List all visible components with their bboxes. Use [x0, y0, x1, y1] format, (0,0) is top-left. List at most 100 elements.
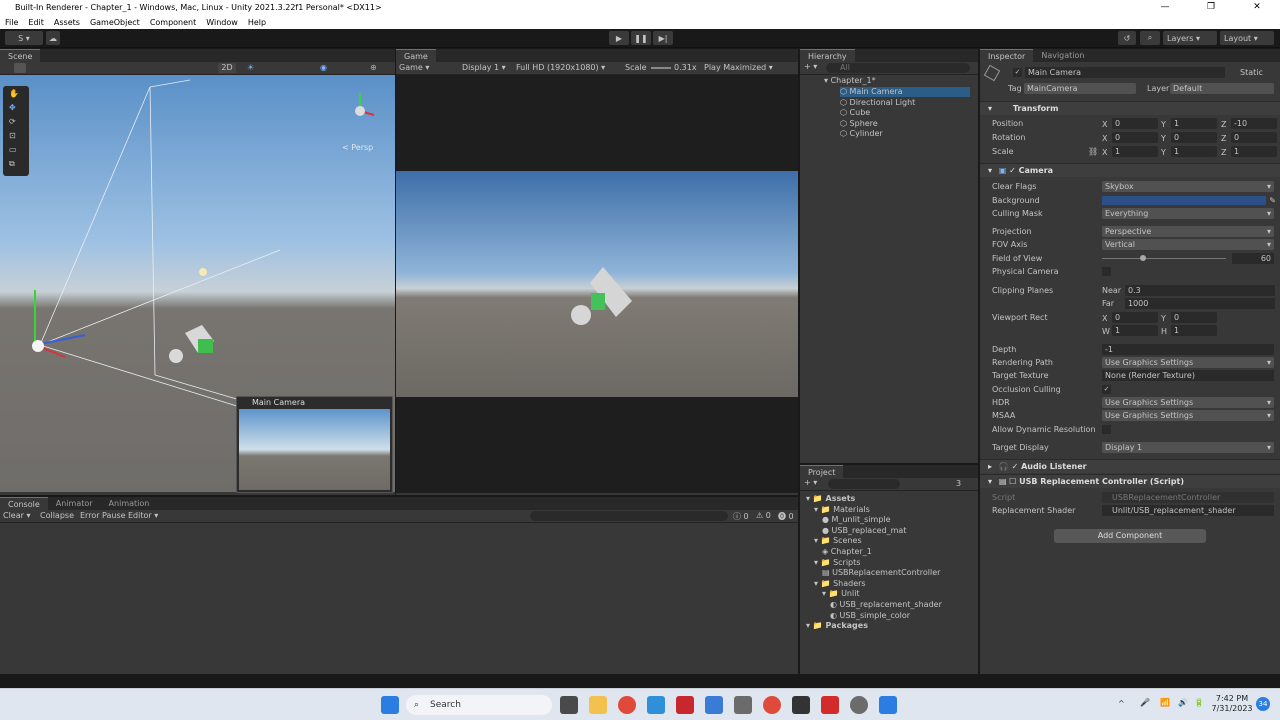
menu-help[interactable]: Help	[243, 18, 271, 27]
project-item[interactable]: ▾ 📁 Unlit	[822, 589, 860, 599]
project-item[interactable]: ▾ 📁 Materials	[814, 505, 870, 515]
clock[interactable]: 7:42 PM 7/31/2023	[1210, 694, 1254, 714]
project-search[interactable]	[828, 479, 900, 489]
network-icon[interactable]: 📶	[1160, 698, 1170, 707]
physical-camera-checkbox[interactable]	[1102, 267, 1111, 276]
transform-header[interactable]: ▾ Transform	[980, 101, 1280, 115]
account-button[interactable]: S ▾	[5, 31, 43, 45]
play-maximized-dropdown[interactable]: Play Maximized ▾	[704, 63, 773, 72]
obs-icon[interactable]	[850, 696, 868, 714]
fov-slider-thumb[interactable]	[1139, 255, 1146, 261]
menu-window[interactable]: Window	[201, 18, 243, 27]
menu-gameobject[interactable]: GameObject	[85, 18, 145, 27]
scale-y-value[interactable]: 1	[1171, 146, 1217, 157]
move-tool-icon[interactable]: ✥	[9, 103, 16, 112]
game-viewport[interactable]	[396, 75, 798, 493]
app-icon[interactable]	[676, 696, 694, 714]
eyedropper-icon[interactable]: ✎	[1269, 194, 1276, 207]
transform-tool-icon[interactable]: ⧉	[9, 159, 15, 169]
console-search[interactable]	[530, 511, 728, 521]
search-icon[interactable]: ⌕	[1140, 31, 1160, 45]
minimize-button[interactable]: —	[1142, 0, 1188, 15]
acrobat-icon[interactable]	[821, 696, 839, 714]
tray-chevron-icon[interactable]: ^	[1118, 699, 1125, 708]
lock-icon[interactable]	[734, 696, 752, 714]
hdr-dropdown[interactable]: Use Graphics Settings	[1102, 397, 1274, 408]
object-name-field[interactable]: Main Camera	[1025, 67, 1225, 78]
fov-slider[interactable]	[1102, 255, 1226, 261]
project-item[interactable]: ▾ 📁 Assets	[806, 494, 855, 504]
rotation-x-value[interactable]: 0	[1112, 132, 1158, 143]
position-z-value[interactable]: -10	[1231, 118, 1277, 129]
unity-icon[interactable]	[792, 696, 810, 714]
tab-scene[interactable]: Scene	[0, 49, 41, 62]
projection-dropdown[interactable]: Perspective	[1102, 226, 1274, 237]
layer-dropdown[interactable]: Default	[1170, 83, 1274, 94]
scale-x-value[interactable]: 1	[1112, 146, 1158, 157]
store-icon[interactable]	[647, 696, 665, 714]
rect-tool-icon[interactable]: ▭	[9, 145, 17, 154]
rotation-z-value[interactable]: 0	[1231, 132, 1277, 143]
depth-field[interactable]: -1	[1102, 344, 1274, 355]
gizmos-icon[interactable]: ⊕	[370, 63, 377, 72]
viewport-y-value[interactable]: 0	[1171, 312, 1217, 323]
microphone-icon[interactable]: 🎤	[1140, 698, 1150, 707]
rotate-tool-icon[interactable]: ⟳	[9, 117, 16, 126]
settings-icon[interactable]	[705, 696, 723, 714]
tag-dropdown[interactable]: MainCamera	[1024, 83, 1136, 94]
menu-assets[interactable]: Assets	[49, 18, 85, 27]
clear-flags-dropdown[interactable]: Skybox	[1102, 181, 1274, 192]
far-field[interactable]: 1000	[1125, 298, 1275, 309]
project-item[interactable]: ◐ USB_simple_color	[830, 611, 910, 621]
scale-z-value[interactable]: 1	[1231, 146, 1277, 157]
play-button[interactable]: ▶	[609, 31, 629, 45]
error-count[interactable]: ⓿ 0	[778, 511, 794, 522]
close-button[interactable]: ✕	[1234, 0, 1280, 15]
viewport-x-value[interactable]: 0	[1112, 312, 1158, 323]
usb-controller-header[interactable]: ▾ ▤ ☐ USB Replacement Controller (Script…	[980, 474, 1280, 488]
editor-dropdown[interactable]: Editor ▾	[128, 511, 158, 520]
project-item[interactable]: ● M_unlit_simple	[822, 515, 891, 525]
hierarchy-search[interactable]: All	[826, 63, 970, 73]
project-item[interactable]: ● USB_replaced_mat	[822, 526, 906, 536]
layers-dropdown[interactable]: Layers ▾	[1163, 31, 1217, 45]
visibility-icon[interactable]: ◉	[320, 63, 327, 72]
target-display-dropdown[interactable]: Display 1	[1102, 442, 1274, 453]
chrome-profile-icon[interactable]	[763, 696, 781, 714]
game-mode-dropdown[interactable]: Game ▾	[399, 63, 429, 72]
step-button[interactable]: ▶|	[653, 31, 673, 45]
project-item[interactable]: ▾ 📁 Shaders	[814, 579, 866, 589]
scale-slider[interactable]	[651, 67, 671, 69]
replacement-shader-field[interactable]: Unlit/USB_replacement_shader	[1102, 505, 1274, 516]
draw-mode-icon[interactable]	[14, 63, 26, 73]
clear-button[interactable]: Clear ▾	[3, 511, 30, 520]
history-icon[interactable]: ↺	[1118, 31, 1136, 45]
camera-header[interactable]: ▾ ▣ ✓ Camera	[980, 163, 1280, 177]
collapse-button[interactable]: Collapse	[40, 511, 74, 520]
taskbar-search[interactable]: ⌕ Search	[406, 695, 552, 715]
fov-value[interactable]: 60	[1232, 253, 1274, 264]
project-item[interactable]: ◈ Chapter_1	[822, 547, 872, 557]
2d-toggle[interactable]: 2D	[218, 63, 236, 73]
target-texture-field[interactable]: None (Render Texture)	[1102, 370, 1274, 381]
project-item[interactable]: ▾ 📁 Scenes	[814, 536, 862, 546]
position-y-value[interactable]: 1	[1171, 118, 1217, 129]
position-x-value[interactable]: 0	[1112, 118, 1158, 129]
scale-tool-icon[interactable]: ⊡	[9, 131, 16, 140]
rendering-path-dropdown[interactable]: Use Graphics Settings	[1102, 357, 1274, 368]
viewport-h-value[interactable]: 1	[1171, 325, 1217, 336]
active-checkbox[interactable]: ✓	[1013, 68, 1022, 77]
near-field[interactable]: 0.3	[1125, 285, 1275, 296]
hand-tool-icon[interactable]: ✋	[9, 89, 19, 98]
maximize-button[interactable]: ❐	[1188, 0, 1234, 15]
start-icon[interactable]	[381, 696, 399, 714]
file-explorer-icon[interactable]	[589, 696, 607, 714]
link-icon[interactable]: ⛓	[1088, 145, 1098, 158]
task-view-icon[interactable]	[560, 696, 578, 714]
info-count[interactable]: ⓘ 0	[733, 511, 749, 522]
add-icon[interactable]: + ▾	[804, 478, 817, 487]
add-icon[interactable]: + ▾	[804, 62, 817, 71]
tab-navigation[interactable]: Navigation	[1033, 49, 1093, 62]
tab-project[interactable]: Project	[800, 465, 844, 478]
rotation-y-value[interactable]: 0	[1171, 132, 1217, 143]
